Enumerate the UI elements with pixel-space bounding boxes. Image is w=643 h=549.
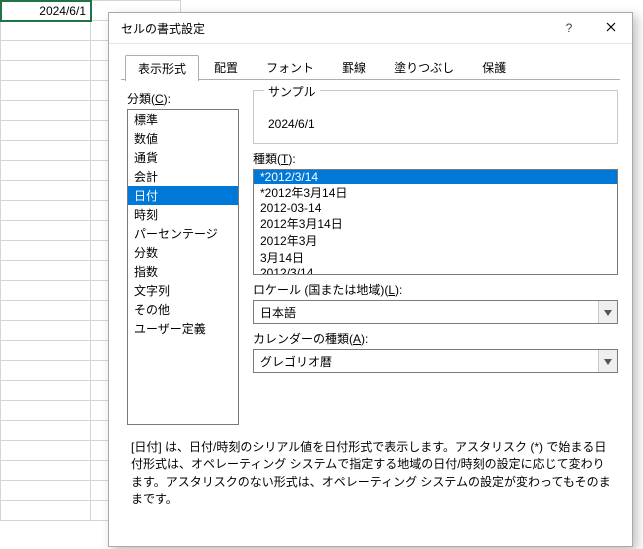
tab-alignment[interactable]: 配置 [201, 54, 251, 80]
tab-font[interactable]: フォント [253, 54, 327, 80]
locale-dropdown-button[interactable] [598, 301, 617, 323]
cell[interactable] [1, 141, 91, 161]
format-description: [日付] は、日付/時刻のシリアル値を日付形式で表示します。アスタリスク (*)… [127, 429, 618, 509]
tab-number-format[interactable]: 表示形式 [125, 55, 199, 81]
type-item[interactable]: 3月14日 [254, 249, 617, 266]
cell[interactable] [1, 61, 91, 81]
cell[interactable] [1, 441, 91, 461]
type-item[interactable]: 2012年3月 [254, 232, 617, 249]
sample-group: サンプル 2024/6/1 [253, 90, 618, 144]
type-list[interactable]: *2012/3/14 *2012年3月14日 2012-03-14 2012年3… [253, 169, 618, 275]
cell[interactable] [1, 281, 91, 301]
cell[interactable] [1, 221, 91, 241]
category-item-special[interactable]: その他 [128, 300, 238, 319]
cell[interactable] [1, 461, 91, 481]
cell[interactable] [1, 101, 91, 121]
close-button[interactable] [590, 13, 632, 43]
category-item-fraction[interactable]: 分数 [128, 243, 238, 262]
category-item-scientific[interactable]: 指数 [128, 262, 238, 281]
cell[interactable] [1, 261, 91, 281]
cell[interactable] [1, 341, 91, 361]
cell[interactable] [1, 241, 91, 261]
cell[interactable] [1, 41, 91, 61]
calendar-value: グレゴリオ暦 [254, 350, 598, 372]
calendar-label: カレンダーの種類(A): [253, 330, 618, 347]
format-cells-dialog: セルの書式設定 ? 表示形式 配置 フォント 罫線 塗りつぶし 保護 [108, 12, 633, 547]
category-label: 分類(C): [127, 90, 239, 107]
tab-protection[interactable]: 保護 [469, 54, 519, 80]
cell[interactable] [1, 481, 91, 501]
calendar-dropdown-button[interactable] [598, 350, 617, 372]
help-icon: ? [566, 21, 573, 35]
dialog-title: セルの書式設定 [121, 20, 548, 37]
chevron-down-icon [604, 354, 612, 368]
type-item[interactable]: 2012-03-14 [254, 201, 617, 215]
locale-label: ロケール (国または地域)(L): [253, 281, 618, 298]
type-item[interactable]: 2012年3月14日 [254, 215, 617, 232]
chevron-down-icon [604, 305, 612, 319]
type-item[interactable]: *2012年3月14日 [254, 184, 617, 201]
cell[interactable] [1, 321, 91, 341]
cell[interactable] [1, 21, 91, 41]
cell[interactable] [1, 201, 91, 221]
category-item-accounting[interactable]: 会計 [128, 167, 238, 186]
dialog-titlebar: セルの書式設定 ? [109, 13, 632, 44]
category-item-number[interactable]: 数値 [128, 129, 238, 148]
cell[interactable] [1, 161, 91, 181]
category-item-general[interactable]: 標準 [128, 110, 238, 129]
sample-label: サンプル [264, 83, 320, 100]
cell[interactable] [1, 381, 91, 401]
type-label: 種類(T): [253, 150, 618, 167]
cell[interactable] [1, 501, 91, 521]
category-item-currency[interactable]: 通貨 [128, 148, 238, 167]
category-item-time[interactable]: 時刻 [128, 205, 238, 224]
help-button[interactable]: ? [548, 13, 590, 43]
sample-value: 2024/6/1 [264, 115, 607, 133]
dialog-tabs: 表示形式 配置 フォント 罫線 塗りつぶし 保護 [109, 44, 632, 80]
cell[interactable] [1, 361, 91, 381]
category-item-percentage[interactable]: パーセンテージ [128, 224, 238, 243]
category-item-date[interactable]: 日付 [128, 186, 238, 205]
cell-a1[interactable]: 2024/6/1 [1, 1, 91, 21]
close-icon [606, 21, 616, 35]
cell[interactable] [1, 301, 91, 321]
type-item[interactable]: 2012/3/14 [254, 266, 617, 275]
category-list[interactable]: 標準 数値 通貨 会計 日付 時刻 パーセンテージ 分数 指数 文字列 その他 … [127, 109, 239, 425]
cell[interactable] [1, 421, 91, 441]
cell[interactable] [1, 81, 91, 101]
tab-border[interactable]: 罫線 [329, 54, 379, 80]
cell[interactable] [1, 401, 91, 421]
cell[interactable] [1, 121, 91, 141]
category-item-custom[interactable]: ユーザー定義 [128, 319, 238, 338]
cell[interactable] [1, 181, 91, 201]
category-item-text[interactable]: 文字列 [128, 281, 238, 300]
locale-value: 日本語 [254, 301, 598, 323]
locale-combo[interactable]: 日本語 [253, 300, 618, 324]
tab-fill[interactable]: 塗りつぶし [381, 54, 467, 80]
calendar-combo[interactable]: グレゴリオ暦 [253, 349, 618, 373]
type-item[interactable]: *2012/3/14 [254, 170, 617, 184]
